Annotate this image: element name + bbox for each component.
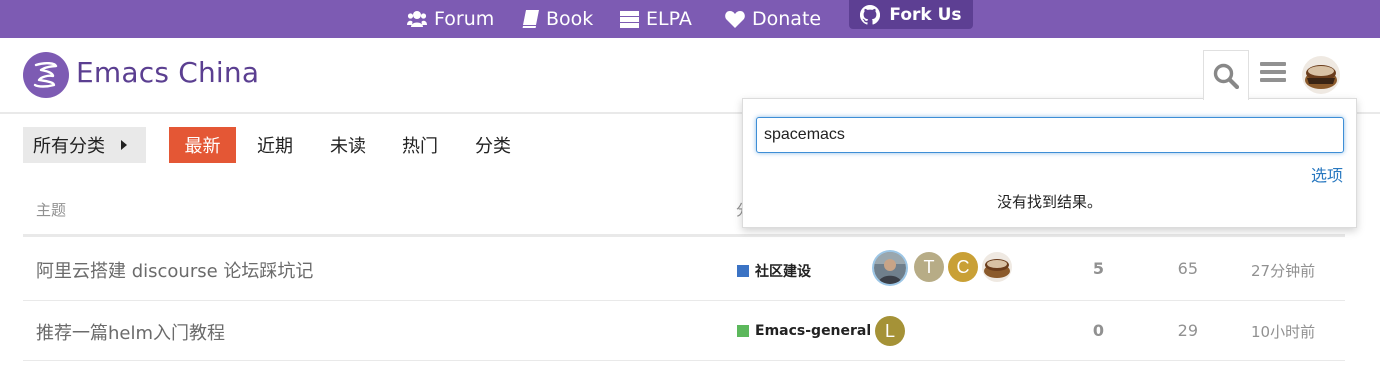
search-button[interactable] <box>1203 50 1249 100</box>
tab-categories[interactable]: 分类 <box>464 127 522 163</box>
nav-donate-link[interactable]: Donate <box>725 0 821 38</box>
tab-unread[interactable]: 未读 <box>319 127 377 163</box>
emacs-logo-icon[interactable] <box>23 52 69 98</box>
category-badge[interactable]: Emacs-general <box>737 323 871 339</box>
view-count: 65 <box>1177 259 1198 278</box>
reply-count: 0 <box>1092 321 1104 340</box>
nav-book-link[interactable]: Book <box>522 0 593 38</box>
category-color-swatch <box>737 265 749 277</box>
column-header-topic[interactable]: 主题 <box>36 199 66 220</box>
poster-avatar[interactable]: L <box>875 316 905 346</box>
category-color-swatch <box>737 325 749 337</box>
topic-title[interactable]: 推荐一篇helm入门教程 <box>36 319 225 345</box>
tab-top[interactable]: 热门 <box>391 127 449 163</box>
book-icon <box>522 10 539 28</box>
caret-right-icon <box>121 140 127 150</box>
top-nav-bar: Forum Book ELPA Donate Fork Us <box>0 0 1380 38</box>
fork-us-label: Fork Us <box>889 4 962 25</box>
tab-latest[interactable]: 最新 <box>169 127 236 163</box>
users-icon <box>407 11 427 27</box>
poster-avatar[interactable] <box>874 252 906 284</box>
user-avatar[interactable] <box>1302 56 1340 94</box>
no-results-message: 没有找到结果。 <box>996 193 1102 211</box>
nav-elpa-link[interactable]: ELPA <box>620 0 692 38</box>
search-icon <box>1213 63 1239 89</box>
poster-avatar[interactable]: T <box>914 252 944 282</box>
nav-forum-label: Forum <box>434 8 495 30</box>
tab-recent[interactable]: 近期 <box>246 127 304 163</box>
table-header-divider <box>23 234 1345 237</box>
row-divider <box>23 360 1345 361</box>
search-input[interactable] <box>756 117 1344 153</box>
hamburger-icon[interactable] <box>1260 62 1286 84</box>
category-dropdown-label: 所有分类 <box>33 136 105 157</box>
topic-title[interactable]: 阿里云搭建 discourse 论坛踩坑记 <box>36 257 313 283</box>
reply-count: 5 <box>1092 259 1104 278</box>
nav-book-label: Book <box>546 8 594 30</box>
category-badge[interactable]: 社区建设 <box>737 261 811 281</box>
row-divider <box>23 300 1345 301</box>
category-badge-label: Emacs-general <box>755 323 872 339</box>
category-dropdown[interactable]: 所有分类 <box>23 127 146 163</box>
category-badge-label: 社区建设 <box>755 264 811 280</box>
activity-time[interactable]: 10小时前 <box>1251 321 1315 342</box>
search-options-link[interactable]: 选项 <box>1311 162 1343 186</box>
heart-icon <box>725 11 745 28</box>
github-icon <box>860 4 881 25</box>
nav-elpa-label: ELPA <box>646 8 692 30</box>
server-icon <box>620 10 639 28</box>
poster-avatar[interactable]: C <box>948 252 978 282</box>
activity-time[interactable]: 27分钟前 <box>1251 260 1315 281</box>
fork-us-button[interactable]: Fork Us <box>849 0 973 29</box>
search-panel: 选项 没有找到结果。 <box>742 98 1357 228</box>
nav-forum-link[interactable]: Forum <box>407 0 494 38</box>
poster-avatar[interactable] <box>982 252 1012 282</box>
site-title[interactable]: Emacs China <box>76 56 259 89</box>
view-count: 29 <box>1177 321 1198 340</box>
nav-donate-label: Donate <box>752 8 822 30</box>
